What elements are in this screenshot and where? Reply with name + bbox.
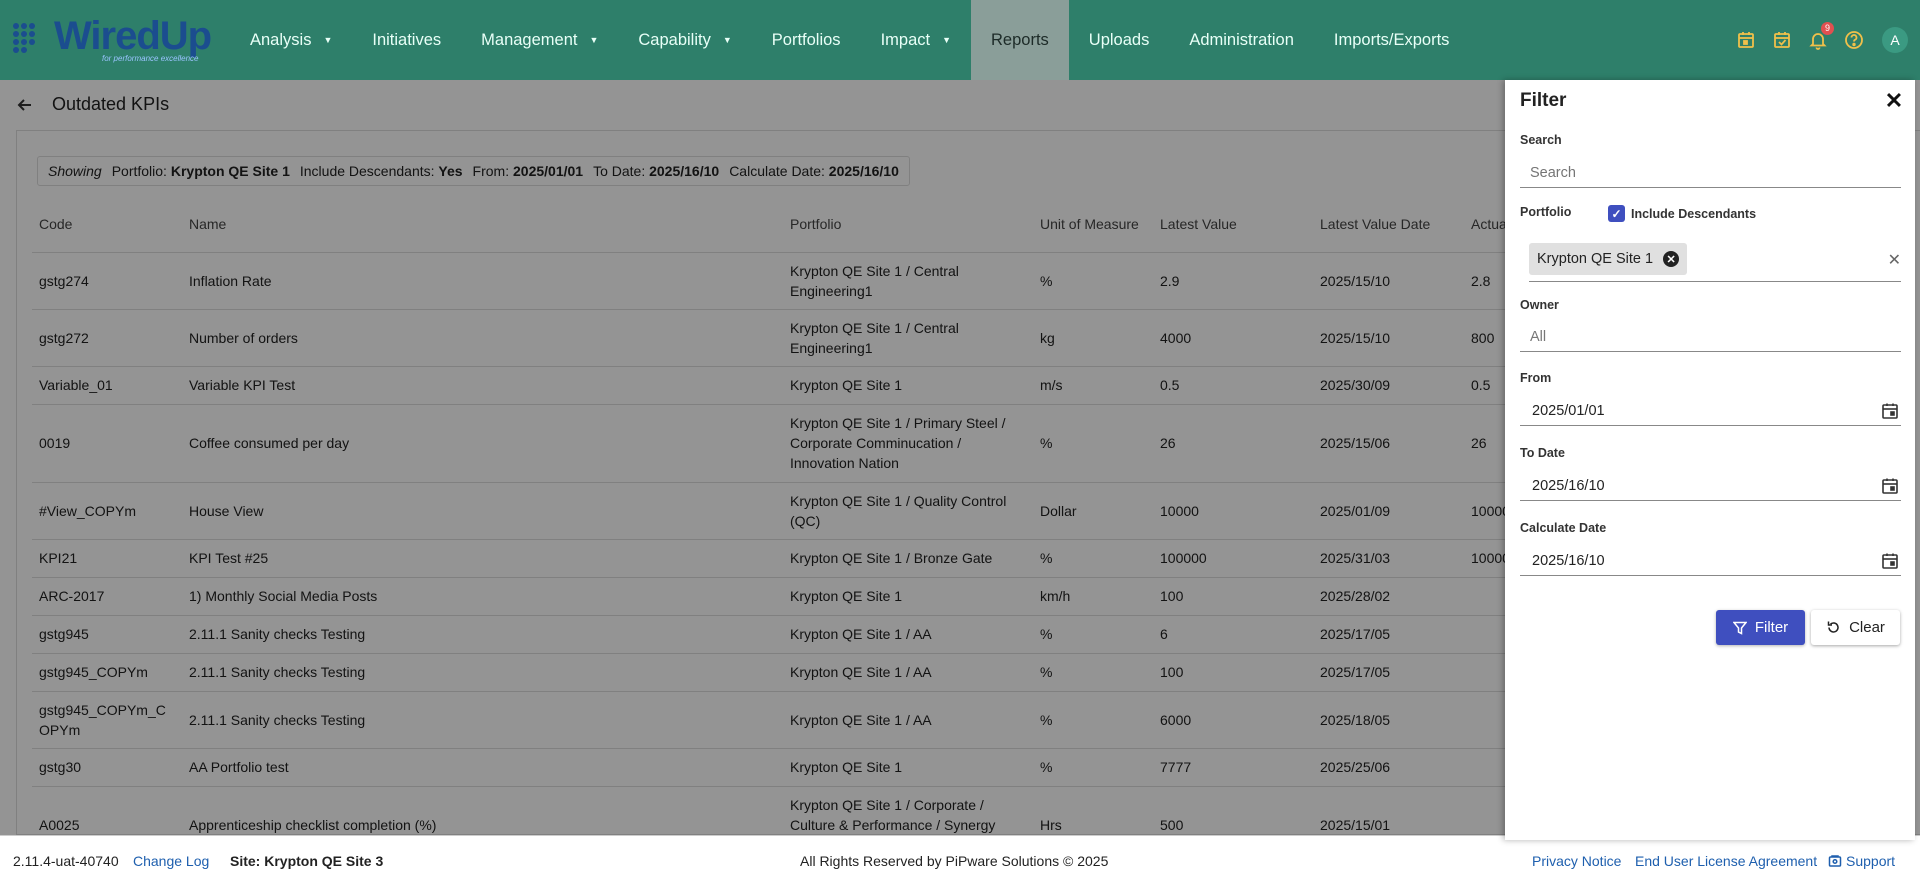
to-date-label: To Date — [1520, 446, 1565, 460]
to-date-value: 2025/16/10 — [1532, 477, 1605, 494]
nav-label: Impact — [880, 30, 931, 49]
caret-down-icon: ▼ — [942, 35, 952, 45]
calendar-icon[interactable] — [1734, 28, 1758, 52]
notifications-bell-icon[interactable]: 9 — [1806, 22, 1834, 52]
change-log-link[interactable]: Change Log — [133, 853, 209, 869]
caret-down-icon: ▼ — [589, 35, 599, 45]
nav-label: Capability — [638, 30, 711, 49]
clear-button-label: Clear — [1849, 619, 1885, 636]
nav-label: Management — [481, 30, 578, 49]
clear-button[interactable]: Clear — [1811, 610, 1900, 645]
support-icon — [1828, 855, 1842, 867]
chip-remove-icon[interactable]: ✕ — [1663, 251, 1680, 267]
filter-panel: Filter ✕ Search Portfolio ✓ Include Desc… — [1505, 80, 1915, 840]
logo-tagline: for performance excellence — [102, 54, 199, 63]
footer: 2.11.4-uat-40740 Change Log Site: Krypto… — [0, 835, 1920, 885]
calendar-check-icon[interactable] — [1770, 28, 1794, 52]
nav-imports-exports[interactable]: Imports/Exports — [1314, 0, 1470, 80]
clear-selection-icon[interactable]: ✕ — [1888, 250, 1901, 270]
calculate-date-field[interactable]: 2025/16/10 — [1520, 546, 1901, 576]
include-descendants-label: Include Descendants — [1631, 206, 1757, 221]
nav-label: Imports/Exports — [1333, 30, 1450, 49]
owner-label: Owner — [1520, 298, 1559, 312]
help-icon[interactable] — [1842, 28, 1866, 52]
nav-label: Analysis — [250, 30, 312, 49]
main-nav: Analysis ▼ Initiatives Management ▼ Capabilit… — [230, 0, 1469, 80]
search-input[interactable] — [1520, 158, 1901, 188]
calendar-icon[interactable] — [1881, 552, 1899, 570]
nav-capability[interactable]: Capability ▼ — [618, 0, 751, 80]
site-label: Site: Krypton QE Site 3 — [230, 853, 384, 869]
nav-management[interactable]: Management ▼ — [461, 0, 618, 80]
filter-button[interactable]: Filter — [1716, 610, 1805, 645]
calculate-date-label: Calculate Date — [1520, 521, 1607, 535]
close-icon[interactable]: ✕ — [1883, 90, 1905, 112]
owner-select[interactable]: All — [1520, 322, 1901, 352]
portfolio-chip-label: Krypton QE Site 1 — [1537, 251, 1654, 267]
user-avatar[interactable]: A — [1882, 27, 1908, 53]
wiredup-logo[interactable]: WiredUp for performance excellence — [10, 14, 215, 66]
copyright-text: All Rights Reserved by PiPware Solutions… — [800, 853, 1109, 869]
nav-impact[interactable]: Impact ▼ — [861, 0, 971, 80]
nav-label: Initiatives — [372, 30, 442, 49]
nav-label: Uploads — [1088, 30, 1150, 49]
support-link[interactable]: Support — [1828, 853, 1895, 869]
portfolio-select[interactable]: Krypton QE Site 1 ✕ ✕ — [1529, 240, 1901, 282]
calculate-date-value: 2025/16/10 — [1532, 552, 1605, 569]
caret-down-icon: ▼ — [323, 35, 333, 45]
search-label: Search — [1520, 133, 1562, 147]
filter-title: Filter — [1520, 90, 1567, 111]
privacy-notice-link[interactable]: Privacy Notice — [1532, 853, 1621, 869]
logo-text: WiredUp — [54, 14, 212, 58]
funnel-icon — [1732, 621, 1747, 635]
version-text: 2.11.4-uat-40740 — [13, 853, 119, 869]
nav-analysis[interactable]: Analysis ▼ — [230, 0, 352, 80]
checkbox-checked-icon: ✓ — [1608, 205, 1625, 222]
nav-label: Reports — [991, 30, 1049, 49]
top-icons: 9 A — [1734, 0, 1908, 80]
nav-initiatives[interactable]: Initiatives — [352, 0, 461, 80]
to-date-field[interactable]: 2025/16/10 — [1520, 471, 1901, 501]
nav-uploads[interactable]: Uploads — [1069, 0, 1170, 80]
from-label: From — [1520, 371, 1552, 385]
include-descendants-checkbox[interactable]: ✓ Include Descendants — [1608, 205, 1756, 222]
logo-dots-icon — [13, 23, 35, 53]
nav-reports[interactable]: Reports — [971, 0, 1069, 80]
top-navigation-bar: WiredUp for performance excellence Analy… — [0, 0, 1920, 80]
nav-label: Administration — [1189, 30, 1294, 49]
from-date-value: 2025/01/01 — [1532, 402, 1605, 419]
nav-label: Portfolios — [771, 30, 841, 49]
nav-administration[interactable]: Administration — [1169, 0, 1314, 80]
reset-icon — [1827, 621, 1839, 633]
eula-link[interactable]: End User License Agreement — [1635, 853, 1817, 869]
portfolio-chip: Krypton QE Site 1 ✕ — [1529, 243, 1688, 275]
notification-count-badge: 9 — [1821, 22, 1834, 35]
nav-portfolios[interactable]: Portfolios — [752, 0, 861, 80]
caret-down-icon: ▼ — [722, 35, 732, 45]
calendar-icon[interactable] — [1881, 477, 1899, 495]
from-date-field[interactable]: 2025/01/01 — [1520, 396, 1901, 426]
portfolio-label: Portfolio — [1520, 205, 1572, 219]
calendar-icon[interactable] — [1881, 402, 1899, 420]
filter-button-label: Filter — [1754, 619, 1789, 636]
